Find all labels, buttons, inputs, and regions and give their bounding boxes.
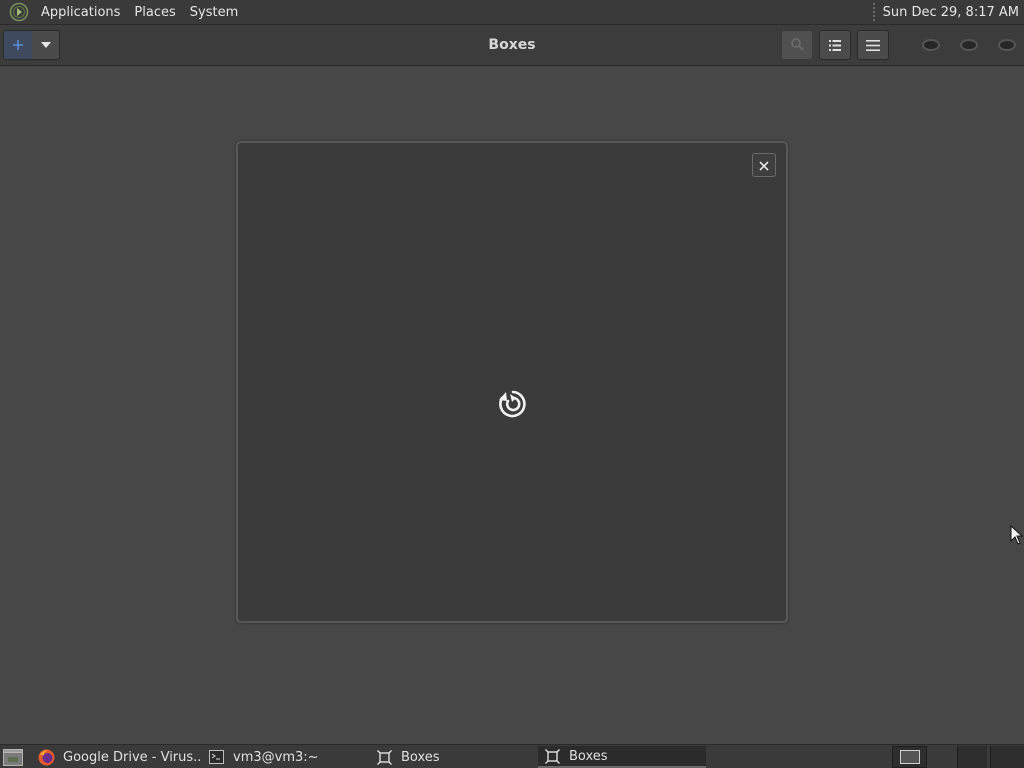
taskbar-item-boxes-active[interactable]: Boxes bbox=[538, 746, 706, 768]
minimize-icon bbox=[922, 39, 940, 51]
taskbar-item-terminal[interactable]: vm3@vm3:~ bbox=[202, 746, 367, 768]
close-icon bbox=[759, 156, 769, 175]
main-content bbox=[0, 66, 1024, 744]
taskbar-item-firefox[interactable]: Google Drive - Virus... bbox=[32, 746, 202, 768]
terminal-icon bbox=[208, 749, 225, 766]
maximize-button[interactable] bbox=[959, 36, 979, 54]
firefox-icon bbox=[38, 749, 55, 766]
panel-separator bbox=[872, 3, 875, 21]
loading-dialog bbox=[236, 141, 788, 623]
list-view-icon bbox=[829, 36, 841, 55]
minimize-button[interactable] bbox=[921, 36, 941, 54]
loading-spinner-icon bbox=[497, 388, 529, 420]
menu-places[interactable]: Places bbox=[127, 0, 182, 25]
dialog-close-button[interactable] bbox=[752, 153, 776, 177]
window-close-icon bbox=[998, 39, 1016, 51]
list-view-button[interactable] bbox=[819, 30, 851, 60]
boxes-icon bbox=[376, 749, 393, 766]
task-label: Boxes bbox=[569, 748, 608, 764]
menu-system[interactable]: System bbox=[183, 0, 245, 25]
new-box-button[interactable] bbox=[3, 30, 60, 60]
main-menu-button[interactable] bbox=[857, 30, 889, 60]
workspace-3[interactable] bbox=[990, 746, 1024, 768]
workspace-window-preview bbox=[899, 750, 920, 764]
distro-logo-icon[interactable] bbox=[9, 2, 29, 22]
chevron-down-icon[interactable] bbox=[32, 31, 59, 59]
hamburger-menu-icon bbox=[866, 36, 880, 55]
task-label: vm3@vm3:~ bbox=[233, 749, 319, 765]
maximize-icon bbox=[960, 39, 978, 51]
menu-applications[interactable]: Applications bbox=[34, 0, 127, 25]
show-desktop-icon[interactable] bbox=[2, 747, 24, 767]
search-icon bbox=[790, 36, 804, 55]
window-close-button[interactable] bbox=[997, 36, 1017, 54]
header-bar: Boxes bbox=[0, 25, 1024, 66]
boxes-icon bbox=[544, 748, 561, 765]
clock[interactable]: Sun Dec 29, 8:17 AM bbox=[883, 5, 1024, 20]
mouse-pointer-icon bbox=[1010, 524, 1024, 545]
search-button[interactable] bbox=[781, 30, 813, 60]
workspace-1[interactable] bbox=[892, 746, 927, 768]
task-label: Boxes bbox=[401, 749, 440, 765]
taskbar: Google Drive - Virus... vm3@vm3:~ Boxes bbox=[0, 744, 1024, 768]
workspace-2[interactable] bbox=[957, 746, 987, 768]
task-label: Google Drive - Virus... bbox=[63, 749, 202, 765]
plus-icon[interactable] bbox=[4, 31, 32, 59]
taskbar-item-boxes[interactable]: Boxes bbox=[370, 746, 535, 768]
top-panel: Applications Places System Sun Dec 29, 8… bbox=[0, 0, 1024, 25]
